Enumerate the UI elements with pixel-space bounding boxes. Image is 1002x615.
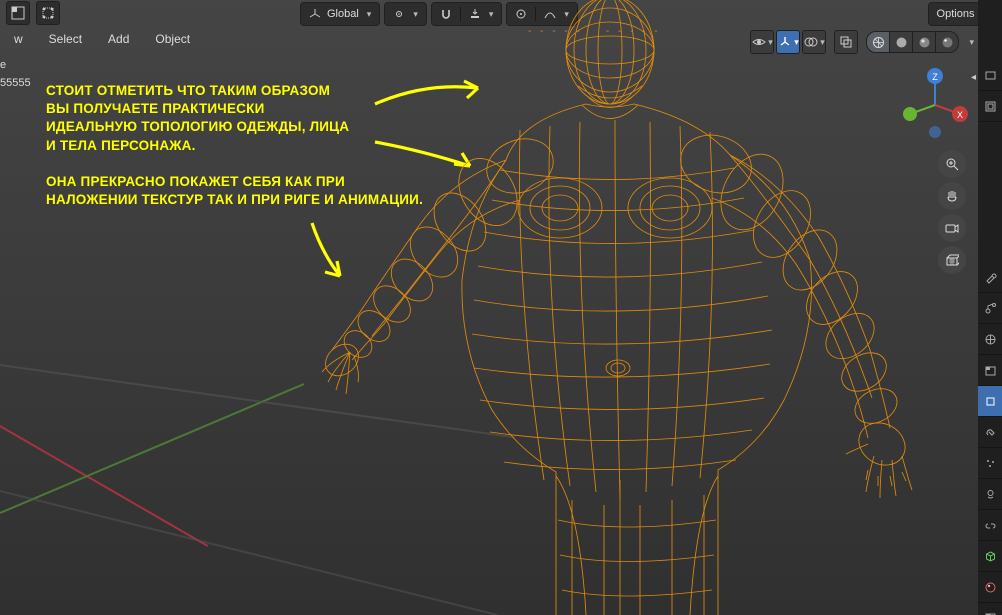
snap-target-icon [469,8,481,20]
rail-output-icon[interactable] [978,91,1002,122]
rail-particles-icon[interactable] [978,448,1002,479]
clipped-left-text: e 55555 [0,58,31,90]
rail-object-icon[interactable] [978,386,1002,417]
rail-render-icon[interactable] [978,60,1002,91]
pan-icon[interactable] [938,182,966,210]
rail-physics-icon[interactable] [978,479,1002,510]
shading-mode-group [866,31,959,53]
clip-line-1: e [0,58,31,72]
editor-type-icon[interactable] [6,1,30,25]
chevron-down-icon: ▾ [413,9,418,20]
visibility-icon[interactable]: ▾ [750,30,774,54]
menu-view[interactable]: w [6,29,31,49]
shading-dropdown[interactable]: ▾ [969,37,974,48]
falloff-icon [544,8,556,20]
viewport[interactable]: Global ▾ ▾ ▾ ▾ Options [0,0,1002,615]
overlays-icon[interactable]: ▾ [802,30,826,54]
axes-icon [309,8,321,20]
menu-add[interactable]: Add [100,29,137,49]
rail-constraints-icon[interactable] [978,510,1002,541]
mode-icon[interactable] [36,1,60,25]
rail-world-icon[interactable] [978,324,1002,355]
chevron-down-icon: ▾ [367,9,372,20]
menu-object[interactable]: Object [147,29,198,49]
options-label: Options [937,8,975,20]
menu-select[interactable]: Select [41,29,90,49]
shading-material[interactable] [913,32,936,52]
floor-grid-1 [0,364,515,438]
annotation-arrow-2 [370,130,480,180]
camera-icon[interactable] [938,214,966,242]
clip-line-2: 55555 [0,76,31,90]
pivot-icon [393,8,405,20]
axis-z-label: Z [932,72,938,82]
n-panel-toggle[interactable]: ◂ [971,72,976,83]
properties-rail [978,0,1002,615]
orientation-dropdown[interactable]: Global ▾ [300,2,380,26]
chevron-down-icon: ▾ [564,9,569,20]
proportional-icon [515,8,527,20]
rail-scene-icon[interactable] [978,293,1002,324]
shading-rendered[interactable] [936,32,958,52]
shading-solid[interactable] [890,32,913,52]
shading-wireframe[interactable] [867,32,890,52]
pivot-dropdown[interactable]: ▾ [384,2,427,26]
perspective-icon[interactable] [938,246,966,274]
gizmo-toggle-icon[interactable]: ▾ [776,30,800,54]
rail-data-icon[interactable] [978,541,1002,572]
snap-group[interactable]: ▾ [431,2,503,26]
tick-marks: - - - - - - - - - - [528,26,661,37]
xray-icon[interactable] [834,30,858,54]
annotation-arrow-3 [300,218,360,288]
annotation-arrow-1 [370,74,490,114]
header-center: Global ▾ ▾ ▾ ▾ [300,2,578,26]
navigation-gizmo[interactable]: Z X [900,70,970,140]
axis-x-label: X [957,110,963,120]
chevron-down-icon: ▾ [489,9,494,20]
annotation-text: СТОИТ ОТМЕТИТЬ ЧТО ТАКИМ ОБРАЗОМ ВЫ ПОЛУ… [46,82,423,227]
rail-material-icon[interactable] [978,572,1002,603]
rail-collection-icon[interactable] [978,355,1002,386]
rail-modifier-icon[interactable] [978,417,1002,448]
floor-grid-2 [0,490,514,615]
rail-tool-icon[interactable] [978,262,1002,293]
viewport-toolbar: ▾ ▾ ▾ ▾ [750,30,974,54]
rail-texture-icon[interactable] [978,603,1002,615]
magnet-icon [440,8,452,20]
proportional-group[interactable]: ▾ [506,2,578,26]
floor-axis-y [0,383,304,513]
header-row-1: Global ▾ ▾ ▾ ▾ Options [0,0,1002,26]
orientation-label: Global [327,8,359,20]
zoom-icon[interactable] [938,150,966,178]
floor-axis-x [0,425,208,546]
